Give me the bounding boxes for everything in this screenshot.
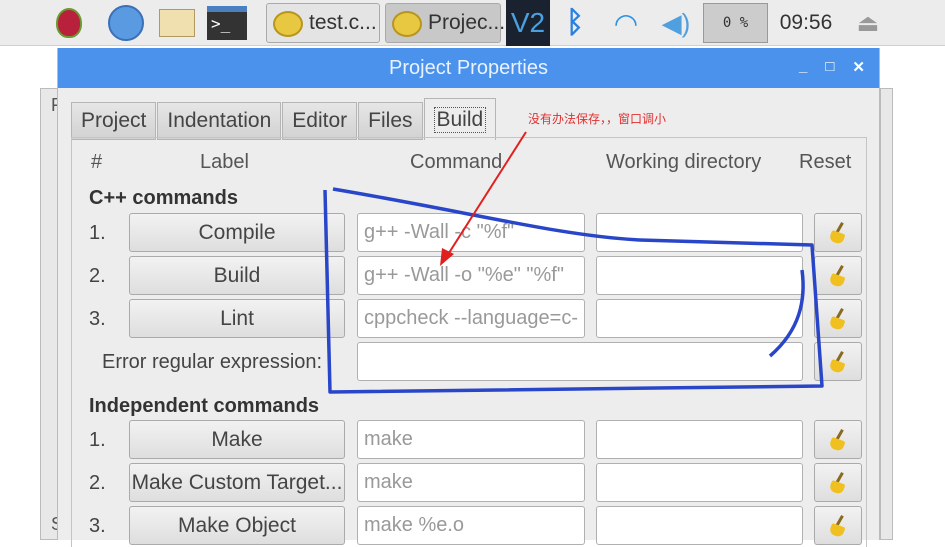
row-number: 2. <box>89 265 106 287</box>
broom-icon <box>829 308 847 330</box>
command-input[interactable]: make %e.o <box>357 506 585 545</box>
background-window: F S <box>40 88 63 540</box>
cpu-monitor: 0 % <box>703 3 768 43</box>
terminal-icon[interactable]: >_ <box>206 4 248 42</box>
command-input[interactable]: make <box>357 463 585 502</box>
header-reset: Reset <box>799 151 852 173</box>
vnc-icon[interactable]: V2 <box>506 0 550 46</box>
volume-icon[interactable]: ◀) <box>656 4 696 42</box>
broom-icon <box>829 351 847 373</box>
command-input[interactable]: cppcheck --language=c- <box>357 299 585 338</box>
working-directory-input[interactable] <box>596 420 803 459</box>
tab-build[interactable]: Build <box>423 98 497 140</box>
command-label-button[interactable]: Make <box>129 420 345 459</box>
tab-indentation[interactable]: Indentation <box>157 102 282 140</box>
bluetooth-icon[interactable]: ᛒ <box>560 4 590 42</box>
tab-project[interactable]: Project <box>71 102 157 140</box>
command-label-button[interactable]: Make Object <box>129 506 345 545</box>
geany-icon <box>273 11 303 37</box>
reset-button[interactable] <box>814 342 862 381</box>
row-number: 1. <box>89 222 106 244</box>
command-input[interactable]: make <box>357 420 585 459</box>
geany-icon <box>392 11 422 37</box>
command-label-button[interactable]: Build <box>129 256 345 295</box>
independent-commands-heading: Independent commands <box>89 395 320 417</box>
error-regex-input[interactable] <box>357 342 803 381</box>
raspberry-menu-icon[interactable] <box>50 4 88 42</box>
broom-icon <box>829 429 847 451</box>
dialog-titlebar[interactable]: Project Properties _ □ ✕ <box>58 48 879 88</box>
broom-icon <box>829 222 847 244</box>
command-input[interactable]: g++ -Wall -o "%e" "%f" <box>357 256 585 295</box>
minimize-icon[interactable]: _ <box>799 58 807 76</box>
header-label: Label <box>200 151 249 173</box>
build-panel: # Label Command Working directory Reset … <box>71 137 867 547</box>
broom-icon <box>829 265 847 287</box>
row-number: 3. <box>89 308 106 330</box>
taskbar-task-test-c[interactable]: test.c... <box>266 3 380 43</box>
wifi-icon[interactable]: ◠ <box>606 4 646 42</box>
row-number: 1. <box>89 429 106 451</box>
reset-button[interactable] <box>814 506 862 545</box>
reset-button[interactable] <box>814 213 862 252</box>
web-browser-icon[interactable] <box>106 4 146 42</box>
working-directory-input[interactable] <box>596 213 803 252</box>
cpp-commands-heading: C++ commands <box>89 187 238 209</box>
header-num: # <box>91 151 103 173</box>
reset-button[interactable] <box>814 420 862 459</box>
tab-files[interactable]: Files <box>358 102 423 140</box>
header-command: Command <box>410 151 503 173</box>
broom-icon <box>829 472 847 494</box>
working-directory-input[interactable] <box>596 256 803 295</box>
command-label-button[interactable]: Lint <box>129 299 345 338</box>
tab-editor[interactable]: Editor <box>282 102 358 140</box>
reset-button[interactable] <box>814 256 862 295</box>
row-number: 3. <box>89 515 106 537</box>
working-directory-input[interactable] <box>596 506 803 545</box>
maximize-icon[interactable]: □ <box>825 58 834 76</box>
broom-icon <box>829 515 847 537</box>
taskbar-task-project[interactable]: Projec... <box>385 3 505 43</box>
file-manager-icon[interactable] <box>156 4 198 42</box>
taskbar: >_ test.c... Projec... V2 ᛒ ◠ ◀) 0 % 09:… <box>0 0 945 46</box>
header-working-directory: Working directory <box>606 151 762 173</box>
eject-icon[interactable]: ⏏ <box>853 4 883 42</box>
command-label-button[interactable]: Compile <box>129 213 345 252</box>
project-properties-dialog: Project Properties _ □ ✕ Project Indentati… <box>57 48 880 547</box>
working-directory-input[interactable] <box>596 299 803 338</box>
error-regex-label: Error regular expression: <box>102 351 323 373</box>
command-label-button[interactable]: Make Custom Target... <box>129 463 345 502</box>
reset-button[interactable] <box>814 463 862 502</box>
reset-button[interactable] <box>814 299 862 338</box>
background-window-right <box>880 88 893 540</box>
clock[interactable]: 09:56 <box>776 4 836 42</box>
row-number: 2. <box>89 472 106 494</box>
annotation-note: 没有办法保存，，窗口调小 <box>528 112 667 126</box>
close-icon[interactable]: ✕ <box>852 58 865 76</box>
command-input[interactable]: g++ -Wall -c "%f" <box>357 213 585 252</box>
working-directory-input[interactable] <box>596 463 803 502</box>
